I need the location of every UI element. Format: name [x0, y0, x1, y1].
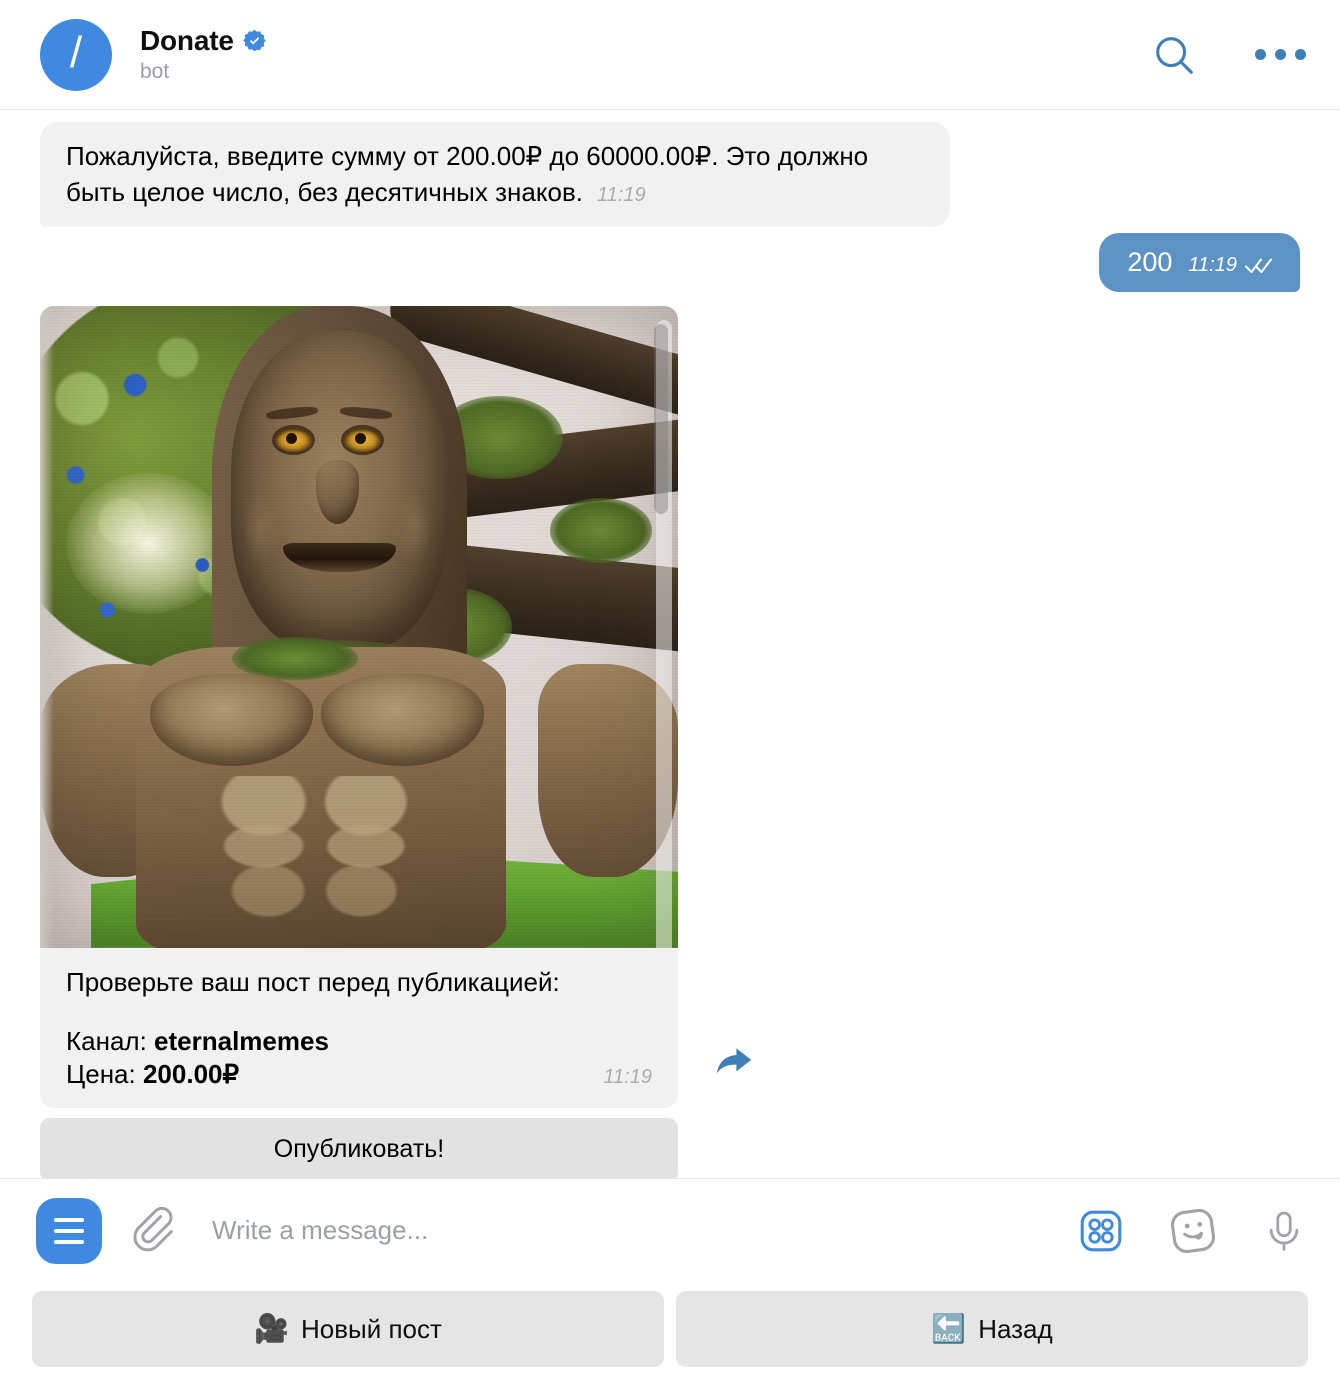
message-row-outgoing: 200 11:19	[0, 232, 1340, 292]
paperclip-glyph	[133, 1206, 173, 1251]
caption-footer: Цена: 200.00₽ 11:19	[66, 1058, 652, 1091]
more-dots-glyph	[1255, 49, 1306, 60]
sticker-smiley-icon[interactable]	[1168, 1206, 1218, 1256]
peer-status: bot	[140, 59, 170, 83]
forward-arrow-icon[interactable]	[708, 1038, 760, 1086]
message-row-photo: Проверьте ваш пост перед публикацией: Ка…	[0, 305, 1340, 1108]
photo-attachment[interactable]	[40, 305, 678, 948]
composer-actions	[1078, 1206, 1306, 1256]
caption-price-value: 200.00₽	[142, 1059, 240, 1090]
message-meta: 11:19	[1188, 254, 1274, 277]
new-post-button[interactable]: 🎥 Новый пост	[32, 1291, 664, 1367]
more-options-icon[interactable]	[1255, 49, 1306, 60]
message-text: 200	[1127, 246, 1173, 277]
caption-price-line: Цена: 200.00₽	[66, 1058, 239, 1091]
message-time: 11:19	[597, 183, 646, 206]
microphone-icon[interactable]	[1262, 1207, 1306, 1255]
page-title: Donate	[140, 24, 234, 56]
back-button[interactable]: 🔙 Назад	[676, 1291, 1308, 1367]
search-glyph	[1156, 36, 1193, 74]
message-list[interactable]: Пожалуйста, введите сумму от 200.00₽ до …	[0, 110, 1340, 1178]
back-label: Назад	[978, 1313, 1053, 1344]
bot-commands-grid-icon[interactable]	[1078, 1208, 1124, 1254]
message-bubble-user-amount[interactable]: 200 11:19	[1099, 232, 1300, 292]
caption-channel-label: Канал:	[66, 1026, 155, 1057]
message-time: 11:19	[603, 1065, 652, 1088]
message-time: 11:19	[1188, 253, 1237, 276]
double-check-icon	[1245, 258, 1272, 274]
photo-caption: Проверьте ваш пост перед публикацией: Ка…	[40, 948, 678, 1108]
paperclip-icon[interactable]	[132, 1206, 182, 1256]
chat-header: / Donate bot	[0, 0, 1340, 110]
message-row-incoming: Пожалуйста, введите сумму от 200.00₽ до …	[0, 122, 1340, 227]
message-bubble-post-preview[interactable]: Проверьте ваш пост перед публикацией: Ка…	[40, 305, 678, 1108]
caption-heading: Проверьте ваш пост перед публикацией:	[66, 966, 560, 997]
publish-button[interactable]: Опубликовать!	[40, 1117, 678, 1178]
caption-channel-value: eternalmemes	[154, 1026, 329, 1057]
bot-commands-glyph	[1080, 1210, 1122, 1251]
new-post-label: Новый пост	[300, 1313, 442, 1344]
verified-badge-icon	[242, 30, 266, 52]
message-bubble-bot-prompt[interactable]: Пожалуйста, введите сумму от 200.00₽ до …	[40, 122, 950, 227]
movie-camera-emoji: 🎥	[254, 1313, 289, 1344]
search-input message-input[interactable]	[212, 1215, 1058, 1246]
header-actions	[1151, 32, 1306, 78]
caption-price-label: Цена:	[66, 1059, 143, 1090]
avatar[interactable]: /	[40, 18, 112, 91]
back-arrow-emoji: 🔙	[931, 1313, 967, 1344]
peer-info[interactable]: Donate bot	[140, 25, 266, 84]
avatar-glyph: /	[69, 27, 83, 77]
menu-hamburger-icon[interactable]	[36, 1197, 102, 1264]
wise-mystical-tree-meme-image	[40, 305, 678, 948]
search-icon[interactable]	[1151, 32, 1197, 78]
telegram-chat-window: / Donate bot Пожалуйста, введите сумму о…	[0, 0, 1340, 1390]
inline-keyboard: Опубликовать!	[0, 1117, 1340, 1178]
peer-title-row: Donate	[140, 25, 266, 57]
message-composer	[0, 1178, 1340, 1282]
forward-arrow-glyph	[716, 1047, 752, 1073]
caption-channel-line: Канал: eternalmemes	[66, 1025, 652, 1058]
sticker-glyph	[1170, 1208, 1216, 1253]
reply-keyboard: 🎥 Новый пост 🔙 Назад	[0, 1282, 1340, 1390]
message-text: Пожалуйста, введите сумму от 200.00₽ до …	[66, 141, 876, 207]
microphone-glyph	[1269, 1211, 1299, 1251]
